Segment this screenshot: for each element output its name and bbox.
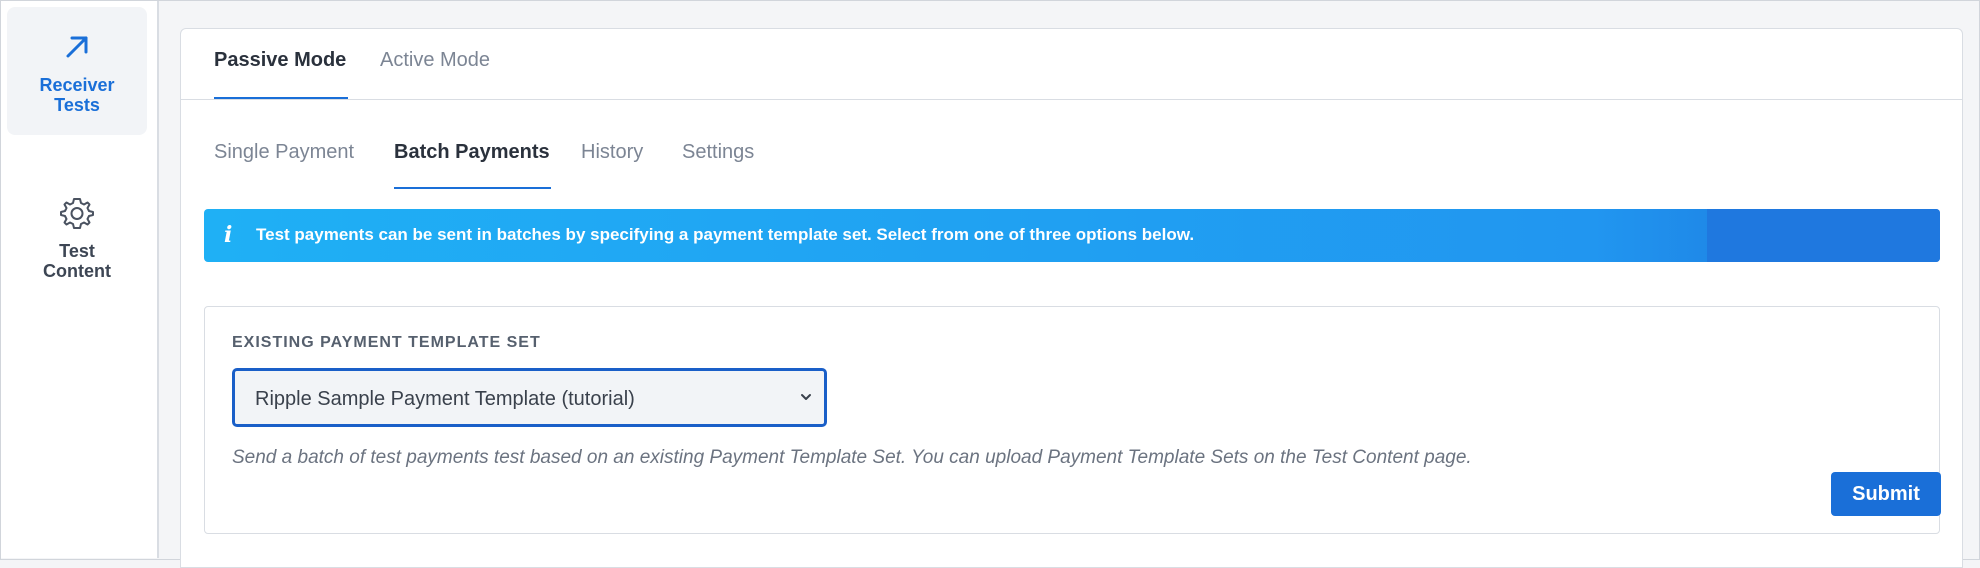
sidebar: Receiver Tests Test Content — [1, 1, 159, 558]
form-container: EXISTING PAYMENT TEMPLATE SET Ripple Sam… — [180, 28, 1963, 568]
submit-button[interactable]: Submit — [1831, 472, 1941, 516]
select-value: Ripple Sample Payment Template (tutorial… — [255, 388, 635, 410]
sidebar-item-receiver-tests[interactable]: Receiver Tests — [7, 7, 147, 135]
gear-icon — [60, 198, 94, 229]
help-text: Send a batch of test payments test based… — [232, 447, 1472, 468]
chevron-down-icon — [801, 394, 811, 400]
arrow-up-right-icon — [66, 36, 88, 58]
template-set-panel: EXISTING PAYMENT TEMPLATE SET Ripple Sam… — [204, 306, 1941, 534]
sidebar-item-label: Receiver Tests — [39, 75, 115, 115]
template-set-select[interactable]: Ripple Sample Payment Template (tutorial… — [232, 368, 827, 427]
template-set-label: EXISTING PAYMENT TEMPLATE SET — [232, 334, 541, 351]
sidebar-item-label: Test Content — [43, 241, 111, 281]
sidebar-item-test-content[interactable]: Test Content — [7, 173, 147, 301]
